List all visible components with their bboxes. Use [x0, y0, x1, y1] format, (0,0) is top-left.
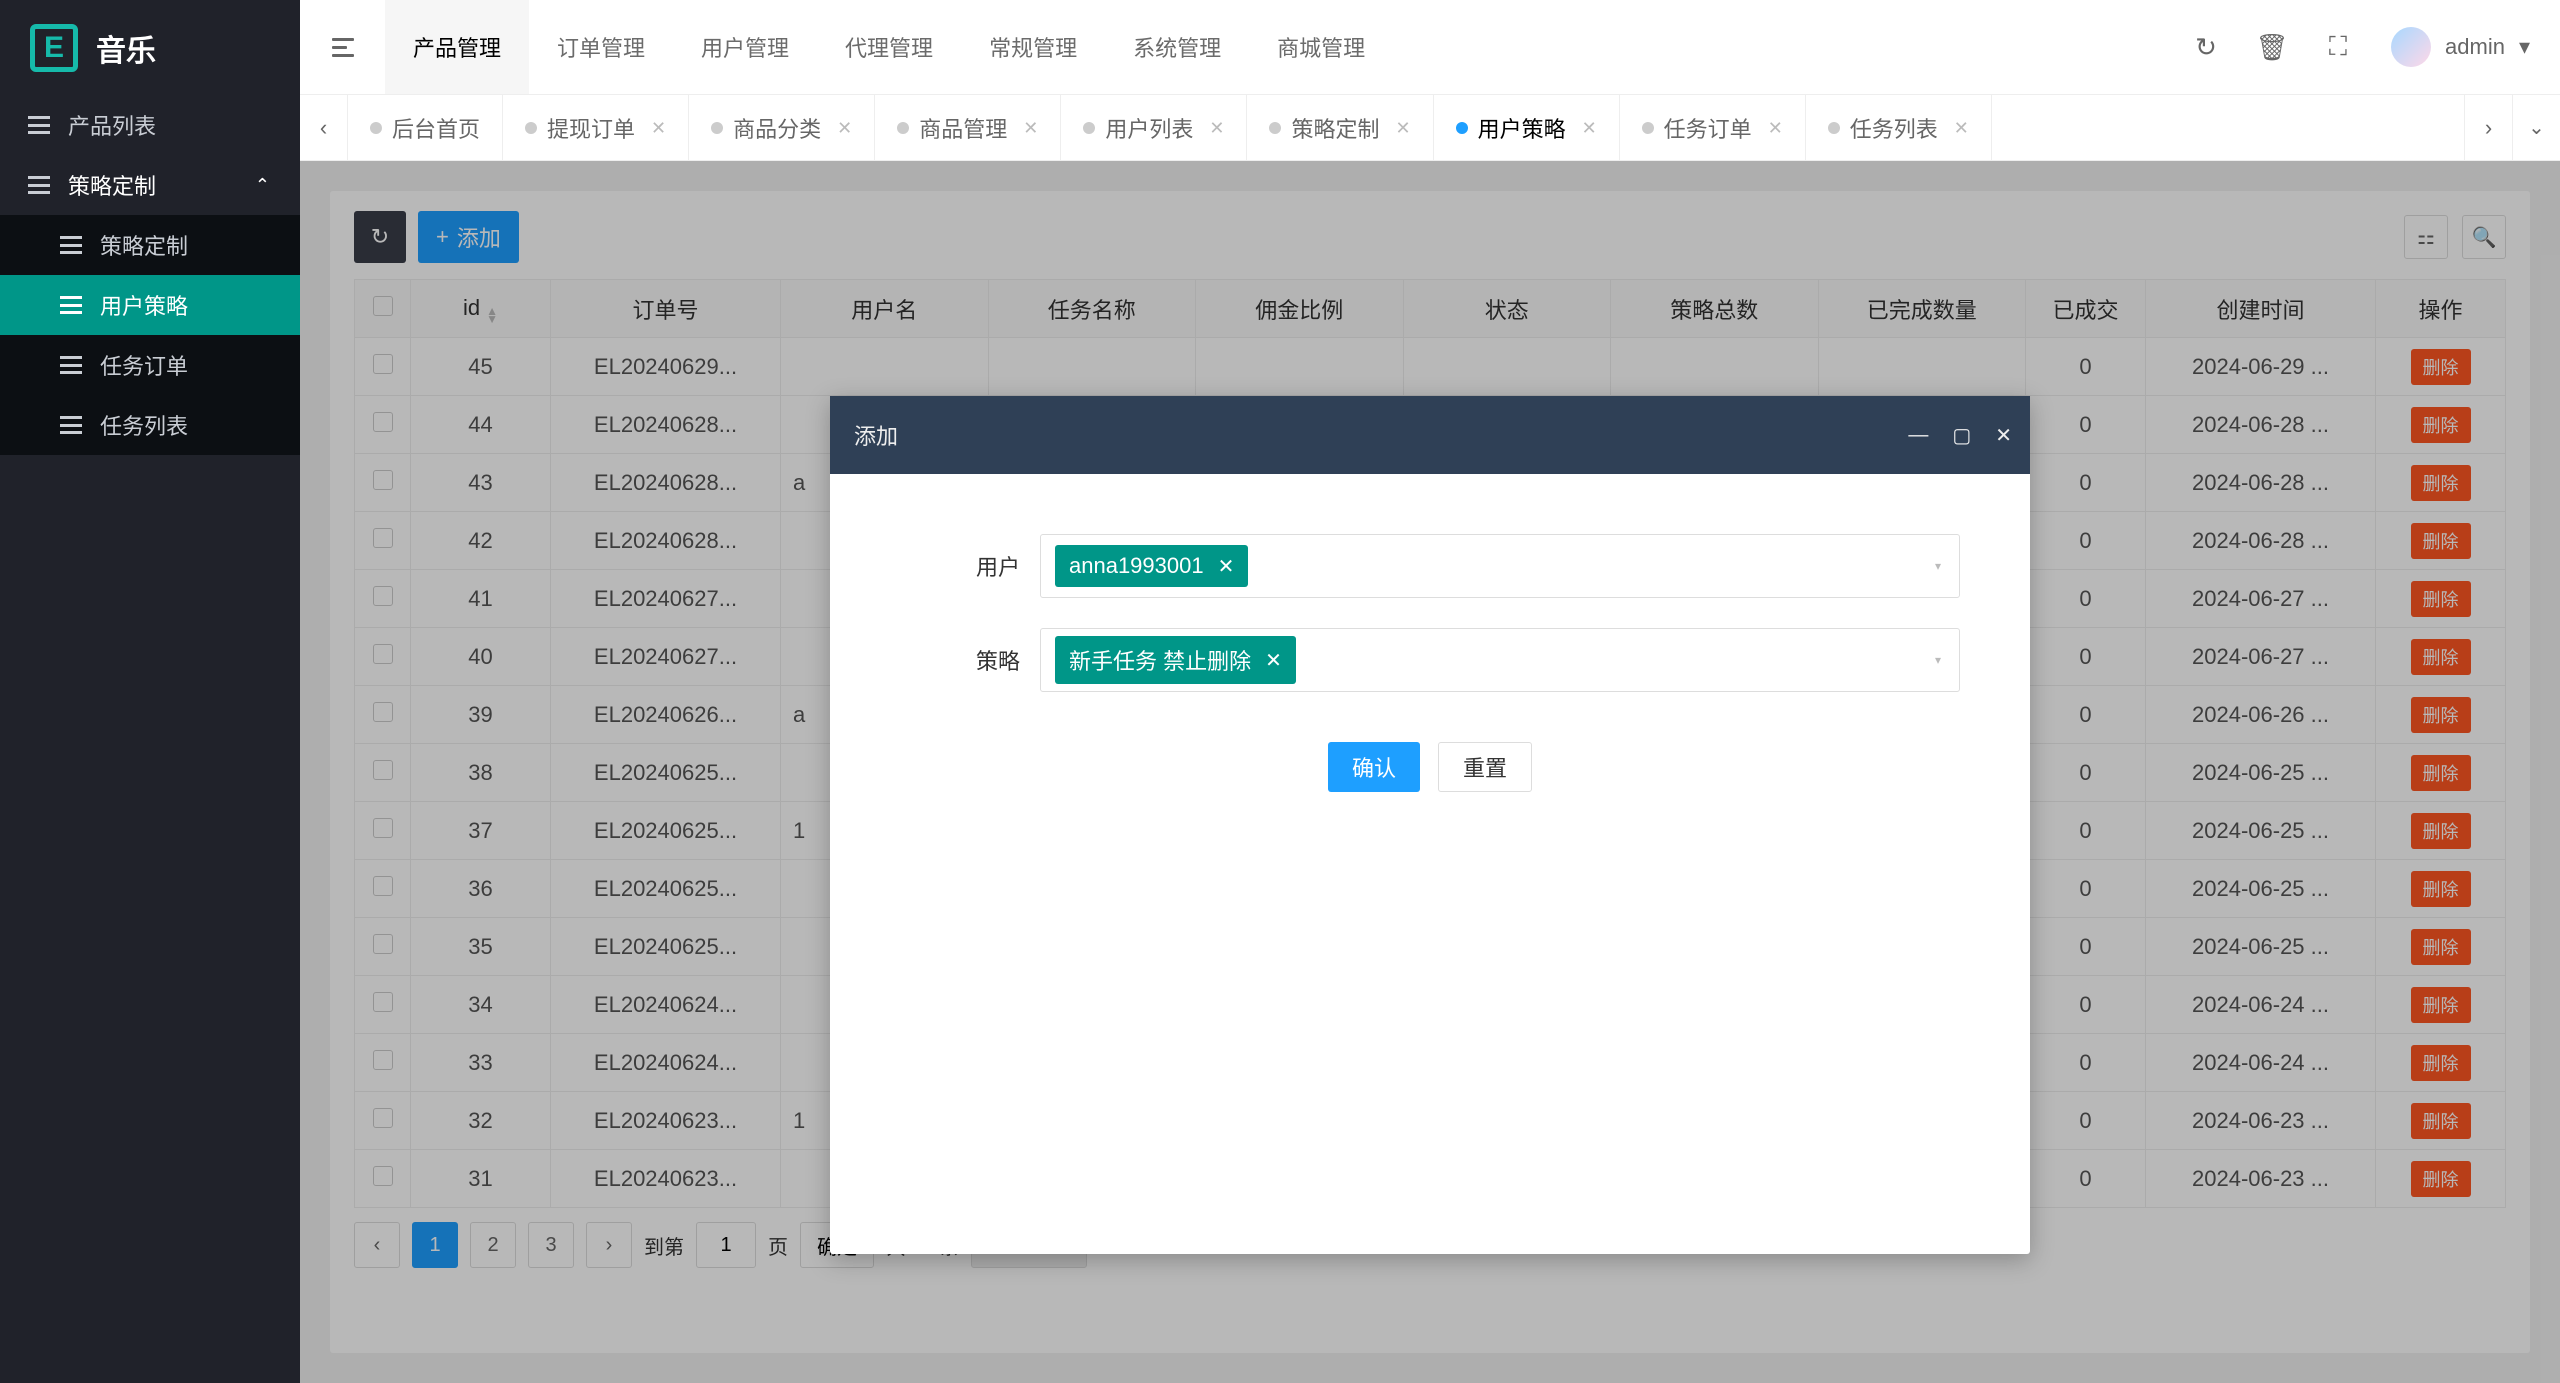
- select-0[interactable]: anna1993001✕ ▾: [1040, 534, 1960, 598]
- sidebar-sub-item-1[interactable]: 用户策略: [0, 275, 300, 335]
- tab-4[interactable]: 用户列表 ✕: [1061, 95, 1247, 161]
- dialog-title: 添加: [854, 419, 898, 451]
- user-menu[interactable]: admin ▾: [2391, 27, 2530, 67]
- tag: anna1993001✕: [1055, 545, 1248, 587]
- sidebar-sub-item-2[interactable]: 任务订单: [0, 335, 300, 395]
- sidebar-sub-item-3[interactable]: 任务列表: [0, 395, 300, 455]
- close-icon[interactable]: ✕: [1582, 118, 1597, 139]
- tab-dot-icon: [1828, 122, 1840, 134]
- tag: 新手任务 禁止删除✕: [1055, 636, 1296, 684]
- tab-dot-icon: [370, 122, 382, 134]
- select-1[interactable]: 新手任务 禁止删除✕ ▾: [1040, 628, 1960, 692]
- nav-item-5[interactable]: 系统管理: [1105, 0, 1249, 94]
- close-icon[interactable]: ✕: [651, 118, 666, 139]
- dialog-confirm-button[interactable]: 确认: [1328, 742, 1420, 792]
- username: admin: [2445, 34, 2505, 60]
- sidebar-toggle[interactable]: [300, 0, 385, 95]
- close-icon[interactable]: ✕: [1954, 118, 1969, 139]
- tab-label: 用户策略: [1478, 112, 1566, 144]
- refresh-icon[interactable]: ↻: [2193, 34, 2219, 60]
- tag-remove-icon[interactable]: ✕: [1265, 648, 1282, 673]
- tab-label: 商品分类: [733, 112, 821, 144]
- nav-item-1[interactable]: 订单管理: [529, 0, 673, 94]
- sidebar-item-label: 策略定制: [68, 169, 156, 201]
- tab-dot-icon: [711, 122, 723, 134]
- list-icon: [60, 356, 82, 374]
- modal-overlay: 添加 — ▢ ✕ 用户 anna1993001✕ ▾ 策略 新手任务 禁止删除✕ ▾ 确认…: [300, 161, 2560, 1383]
- sidebar: E 音乐 产品列表 策略定制 ⌃ 策略定制用户策略任务订单任务列表: [0, 0, 300, 1383]
- nav-item-2[interactable]: 用户管理: [673, 0, 817, 94]
- close-icon[interactable]: ✕: [837, 118, 852, 139]
- tab-label: 提现订单: [547, 112, 635, 144]
- tag-remove-icon[interactable]: ✕: [1218, 554, 1235, 579]
- logo-mark: E: [30, 24, 78, 72]
- sidebar-sub-label: 用户策略: [100, 289, 188, 321]
- sidebar-item-label: 产品列表: [68, 109, 156, 141]
- tabs-scroll-left[interactable]: ‹: [300, 95, 348, 161]
- tab-2[interactable]: 商品分类 ✕: [689, 95, 875, 161]
- header: 产品管理订单管理用户管理代理管理常规管理系统管理商城管理 ↻ 🗑 ⛶ admin…: [300, 0, 2560, 95]
- sidebar-sub-label: 策略定制: [100, 229, 188, 261]
- nav-item-0[interactable]: 产品管理: [385, 0, 529, 94]
- sidebar-sub-item-0[interactable]: 策略定制: [0, 215, 300, 275]
- tab-dot-icon: [1083, 122, 1095, 134]
- tabs-bar: ‹ 后台首页提现订单✕商品分类✕商品管理✕用户列表✕策略定制✕用户策略✕任务订单…: [300, 95, 2560, 161]
- field-label-1: 策略: [870, 644, 1020, 676]
- list-icon: [60, 416, 82, 434]
- list-icon: [28, 116, 50, 134]
- tab-dot-icon: [1642, 122, 1654, 134]
- sidebar-item-products[interactable]: 产品列表: [0, 95, 300, 155]
- nav-item-4[interactable]: 常规管理: [961, 0, 1105, 94]
- close-icon[interactable]: ✕: [1995, 423, 2012, 448]
- tab-0[interactable]: 后台首页: [348, 95, 503, 161]
- chevron-up-icon: ⌃: [255, 175, 270, 196]
- tab-label: 任务订单: [1664, 112, 1752, 144]
- tab-label: 后台首页: [392, 112, 480, 144]
- close-icon[interactable]: ✕: [1768, 118, 1783, 139]
- tab-1[interactable]: 提现订单 ✕: [503, 95, 689, 161]
- close-icon[interactable]: ✕: [1395, 118, 1410, 139]
- tabs-menu[interactable]: ⌄: [2512, 95, 2560, 161]
- tab-6[interactable]: 用户策略 ✕: [1434, 95, 1620, 161]
- tab-label: 用户列表: [1105, 112, 1193, 144]
- chevron-down-icon: ▾: [1935, 559, 1941, 573]
- list-icon: [60, 296, 82, 314]
- maximize-icon[interactable]: ▢: [1952, 423, 1971, 448]
- dialog-reset-button[interactable]: 重置: [1438, 742, 1532, 792]
- brand-text: 音乐: [96, 26, 156, 70]
- tab-7[interactable]: 任务订单 ✕: [1620, 95, 1806, 161]
- trash-icon[interactable]: 🗑: [2259, 34, 2285, 60]
- tab-dot-icon: [525, 122, 537, 134]
- tab-dot-icon: [897, 122, 909, 134]
- tab-dot-icon: [1269, 122, 1281, 134]
- chevron-down-icon: ▾: [2519, 34, 2530, 60]
- add-dialog: 添加 — ▢ ✕ 用户 anna1993001✕ ▾ 策略 新手任务 禁止删除✕ ▾ 确认…: [830, 396, 2030, 1254]
- minimize-icon[interactable]: —: [1908, 424, 1928, 447]
- sidebar-item-strategy[interactable]: 策略定制 ⌃: [0, 155, 300, 215]
- tab-label: 商品管理: [919, 112, 1007, 144]
- list-icon: [60, 236, 82, 254]
- tab-label: 任务列表: [1850, 112, 1938, 144]
- chevron-down-icon: ▾: [1935, 653, 1941, 667]
- avatar: [2391, 27, 2431, 67]
- dialog-header: 添加 — ▢ ✕: [830, 396, 2030, 474]
- nav-item-6[interactable]: 商城管理: [1249, 0, 1393, 94]
- tab-5[interactable]: 策略定制 ✕: [1247, 95, 1433, 161]
- sidebar-sub-label: 任务列表: [100, 409, 188, 441]
- tab-8[interactable]: 任务列表 ✕: [1806, 95, 1992, 161]
- tab-3[interactable]: 商品管理 ✕: [875, 95, 1061, 161]
- tabs-scroll-right[interactable]: ›: [2464, 95, 2512, 161]
- logo: E 音乐: [0, 0, 300, 95]
- fullscreen-icon[interactable]: ⛶: [2325, 34, 2351, 60]
- list-icon: [28, 176, 50, 194]
- close-icon[interactable]: ✕: [1209, 118, 1224, 139]
- tab-label: 策略定制: [1291, 112, 1379, 144]
- close-icon[interactable]: ✕: [1023, 118, 1038, 139]
- sidebar-sub-label: 任务订单: [100, 349, 188, 381]
- tab-dot-icon: [1456, 122, 1468, 134]
- nav-item-3[interactable]: 代理管理: [817, 0, 961, 94]
- field-label-0: 用户: [870, 550, 1020, 582]
